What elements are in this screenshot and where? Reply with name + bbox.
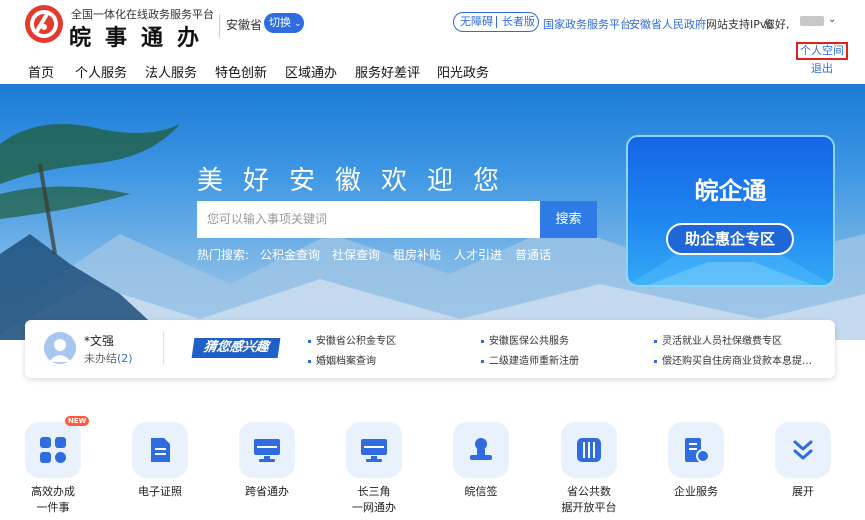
hot-search-item[interactable]: 租房补贴	[393, 246, 441, 263]
hero-banner: 美好安徽欢迎您 您可以输入事项关键词 搜索 热门搜索: 公积金查询 社保查询 租…	[0, 84, 865, 340]
promo-background-pattern	[628, 247, 833, 285]
suggestion-link[interactable]: 偿还购买自住房商业贷款本息提…	[654, 352, 812, 367]
nav-item-featured-innovation[interactable]: 特色创新	[215, 62, 267, 81]
tile-label: 省公共数 据开放平台	[561, 485, 617, 514]
nav-item-home[interactable]: 首页	[28, 62, 54, 81]
elder-mode-button[interactable]: 长者版	[502, 13, 535, 31]
new-badge: NEW	[65, 416, 90, 426]
document-icon	[151, 438, 170, 462]
hot-search-item[interactable]: 普通话	[515, 246, 551, 263]
search-input[interactable]: 您可以输入事项关键词	[197, 201, 540, 238]
username-redacted[interactable]	[800, 16, 824, 26]
site-header: 全国一体化在线政务服务平台 皖事通办 安徽省 切换 ⌄ 无障碍 长者版 国家政务服…	[0, 0, 865, 84]
user-dropdown-menu: 个人空间 退出	[796, 42, 848, 80]
recommendation-banner: 猜您感兴趣	[191, 338, 281, 358]
unfinished-label: 未办结	[84, 352, 117, 365]
top-separator	[701, 17, 702, 28]
avatar[interactable]	[44, 332, 76, 364]
suggestion-link[interactable]: 灵活就业人员社保缴费专区	[654, 332, 782, 347]
business-support-zone-button[interactable]: 助企惠企专区	[666, 223, 794, 255]
tile-label: 皖信签	[464, 485, 498, 498]
accessibility-toggle-group: 无障碍 长者版	[453, 12, 539, 32]
nav-item-service-rating[interactable]: 服务好差评	[355, 62, 420, 81]
user-info-card: *文强 未办结(2) 猜您感兴趣 安徽省公积金专区 安徽医保公共服务 灵活就业人…	[25, 320, 835, 378]
stamp-icon	[470, 438, 492, 460]
tile-label: 长三角 一网通办	[352, 485, 396, 514]
tile-wanxinqian[interactable]	[453, 422, 509, 478]
tile-label: 高效办成 一件事	[31, 485, 75, 514]
suggestion-link[interactable]: 婚姻档案查询	[308, 352, 376, 367]
nav-item-personal-services[interactable]: 个人服务	[75, 62, 127, 81]
wanqitong-promo-card[interactable]: 皖企通 助企惠企专区	[626, 135, 835, 287]
hero-welcome-title: 美好安徽欢迎您	[197, 166, 520, 196]
promo-title: 皖企通	[694, 177, 767, 205]
tile-open-data[interactable]	[561, 422, 617, 478]
logo-title[interactable]: 皖事通办	[69, 20, 213, 52]
user-icon	[49, 339, 71, 362]
switch-province-button[interactable]: 切换 ⌄	[264, 13, 304, 33]
tile-cross-province[interactable]	[239, 422, 295, 478]
search-button[interactable]: 搜索	[540, 201, 597, 238]
double-chevron-down-icon	[793, 440, 813, 460]
tile-label: 企业服务	[674, 485, 718, 498]
hot-search-item[interactable]: 社保查询	[332, 246, 380, 263]
suggestion-link[interactable]: 安徽医保公共服务	[481, 332, 569, 347]
hot-search-item[interactable]: 人才引进	[454, 246, 502, 263]
accessibility-button[interactable]: 无障碍	[460, 13, 493, 31]
personal-space-menu-item[interactable]: 个人空间	[796, 42, 848, 60]
provincial-government-link[interactable]: 安徽省人民政府	[629, 16, 706, 32]
tile-label: 展开	[792, 485, 814, 498]
tile-label: 跨省通办	[245, 485, 289, 498]
unfinished-count[interactable]: (2)	[117, 352, 133, 365]
grid-apps-icon	[40, 437, 66, 463]
nav-item-open-government[interactable]: 阳光政务	[437, 62, 489, 81]
national-platform-link[interactable]: 国家政务服务平台	[543, 16, 631, 32]
hot-search-label: 热门搜索:	[197, 248, 250, 262]
chevron-down-icon: ⌄	[294, 19, 302, 29]
top-separator	[624, 17, 625, 28]
nav-item-corporate-services[interactable]: 法人服务	[145, 62, 197, 81]
unfinished-status[interactable]: 未办结(2)	[84, 350, 133, 366]
province-label: 安徽省	[226, 18, 263, 32]
tile-expand[interactable]	[775, 422, 831, 478]
switch-label: 切换	[269, 16, 291, 29]
logout-menu-item[interactable]: 退出	[796, 61, 848, 77]
card-divider	[163, 332, 164, 364]
site-logo-icon[interactable]	[25, 5, 63, 43]
user-name: *文强	[84, 334, 115, 348]
enterprise-icon	[685, 438, 710, 463]
user-menu-chevron-icon[interactable]: ⌄	[828, 14, 836, 25]
nav-item-regional-services[interactable]: 区域通办	[285, 62, 337, 81]
tile-efficient-service[interactable]: NEW	[25, 416, 90, 478]
accessibility-divider	[496, 16, 497, 28]
hot-search-item[interactable]: 公积金查询	[260, 246, 320, 263]
tile-enterprise-service[interactable]	[668, 422, 724, 478]
greeting-label: 您好,	[764, 18, 790, 31]
header-divider	[219, 14, 220, 38]
monitor-icon	[361, 439, 387, 462]
suggestion-link[interactable]: 安徽省公积金专区	[308, 332, 396, 347]
suggestion-link[interactable]: 二级建造师重新注册	[481, 352, 579, 367]
building-icon	[577, 438, 601, 462]
monitor-icon	[254, 439, 280, 462]
tile-label: 电子证照	[138, 485, 182, 498]
tile-yangtze-delta[interactable]	[346, 422, 402, 478]
tile-e-license[interactable]	[132, 422, 188, 478]
